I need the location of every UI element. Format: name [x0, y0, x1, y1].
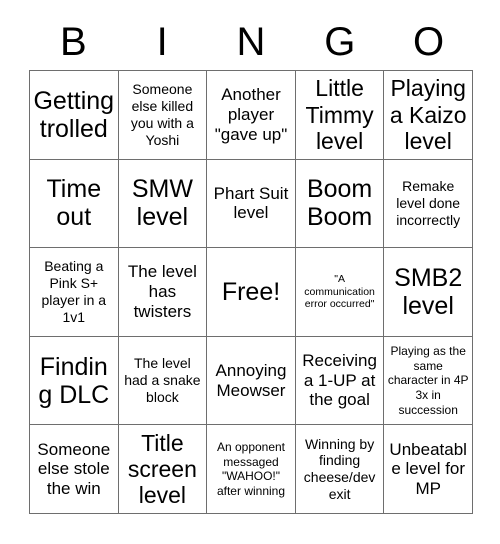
bingo-header-letter-b: B: [60, 20, 87, 64]
bingo-cell-label: Finding DLC: [38, 352, 110, 409]
bingo-card: B I N G O Getting trolled Someone else k…: [0, 0, 500, 544]
bingo-cell-label: An opponent messaged "WAHOO!" after winn…: [216, 439, 286, 498]
bingo-cell[interactable]: Title screen level: [118, 425, 208, 514]
bingo-cell-label: Getting trolled: [33, 86, 115, 143]
bingo-cell-label: Playing a Kaizo level: [389, 75, 467, 154]
bingo-cell[interactable]: Someone else stole the win: [30, 425, 119, 514]
bingo-cell-label: Someone else stole the win: [37, 439, 111, 499]
bingo-cell-label: Little Timmy level: [305, 75, 374, 154]
bingo-header-letter-n: N: [236, 20, 266, 64]
bingo-cell-label: The level had a snake block: [124, 355, 201, 405]
bingo-cell-label: "A communication error occurred": [304, 272, 375, 311]
bingo-cell[interactable]: Remake level done incorrectly: [384, 159, 473, 249]
bingo-cell-label: Phart Suit level: [213, 183, 289, 223]
bingo-cell-label: The level has twisters: [127, 262, 197, 321]
bingo-cell[interactable]: Boom Boom: [295, 159, 385, 249]
bingo-header-letter-o: O: [413, 20, 445, 64]
bingo-cell[interactable]: Someone else killed you with a Yoshi: [118, 71, 208, 160]
bingo-cell-label: SMW level: [131, 175, 193, 232]
bingo-cell-label: Receiving a 1-UP at the goal: [302, 351, 377, 410]
bingo-cell[interactable]: SMB2 level: [384, 248, 473, 337]
bingo-cell-label: Annoying Meowser: [215, 360, 287, 400]
bingo-cell-label: Beating a Pink S+ player in a 1v1: [41, 258, 107, 325]
bingo-cell-label: Playing as the same character in 4P 3x i…: [387, 344, 469, 417]
bingo-cell[interactable]: Receiving a 1-UP at the goal: [295, 336, 385, 426]
bingo-cell[interactable]: The level had a snake block: [118, 336, 208, 426]
bingo-cell-free[interactable]: Free!: [207, 248, 296, 337]
bingo-cell-label: Remake level done incorrectly: [396, 178, 461, 228]
bingo-cell[interactable]: Unbeatable level for MP: [384, 425, 473, 514]
bingo-cell[interactable]: Little Timmy level: [295, 71, 385, 160]
bingo-header-letter-g: G: [324, 20, 356, 64]
bingo-cell-label: Time out: [46, 175, 102, 232]
bingo-cell-label: Boom Boom: [306, 175, 373, 232]
bingo-cell-label: Another player "gave up": [214, 85, 288, 144]
bingo-grid: Getting trolled Someone else killed you …: [29, 70, 473, 514]
bingo-cell[interactable]: Playing as the same character in 4P 3x i…: [384, 336, 473, 426]
bingo-cell-label: Someone else killed you with a Yoshi: [130, 81, 194, 148]
bingo-cell[interactable]: Phart Suit level: [207, 159, 296, 249]
bingo-cell[interactable]: Getting trolled: [30, 71, 119, 160]
bingo-cell[interactable]: SMW level: [118, 159, 208, 249]
bingo-cell[interactable]: "A communication error occurred": [295, 248, 385, 337]
bingo-header-letter-i: I: [156, 20, 168, 64]
bingo-cell[interactable]: Winning by finding cheese/dev exit: [295, 425, 385, 514]
bingo-cell-label: Winning by finding cheese/dev exit: [303, 435, 376, 502]
bingo-cell[interactable]: Beating a Pink S+ player in a 1v1: [30, 248, 119, 337]
bingo-cell[interactable]: The level has twisters: [118, 248, 208, 337]
bingo-cell[interactable]: Time out: [30, 159, 119, 249]
bingo-cell[interactable]: Another player "gave up": [207, 71, 296, 160]
bingo-cell[interactable]: An opponent messaged "WAHOO!" after winn…: [207, 425, 296, 514]
bingo-cell[interactable]: Playing a Kaizo level: [384, 71, 473, 160]
bingo-cell[interactable]: Annoying Meowser: [207, 336, 296, 426]
bingo-cell-label: Unbeatable level for MP: [389, 439, 467, 499]
bingo-cell[interactable]: Finding DLC: [30, 336, 119, 426]
bingo-header: B I N G O: [29, 14, 473, 70]
bingo-cell-label: Free!: [221, 277, 281, 306]
bingo-cell-label: SMB2 level: [394, 263, 463, 320]
bingo-cell-label: Title screen level: [127, 429, 197, 509]
